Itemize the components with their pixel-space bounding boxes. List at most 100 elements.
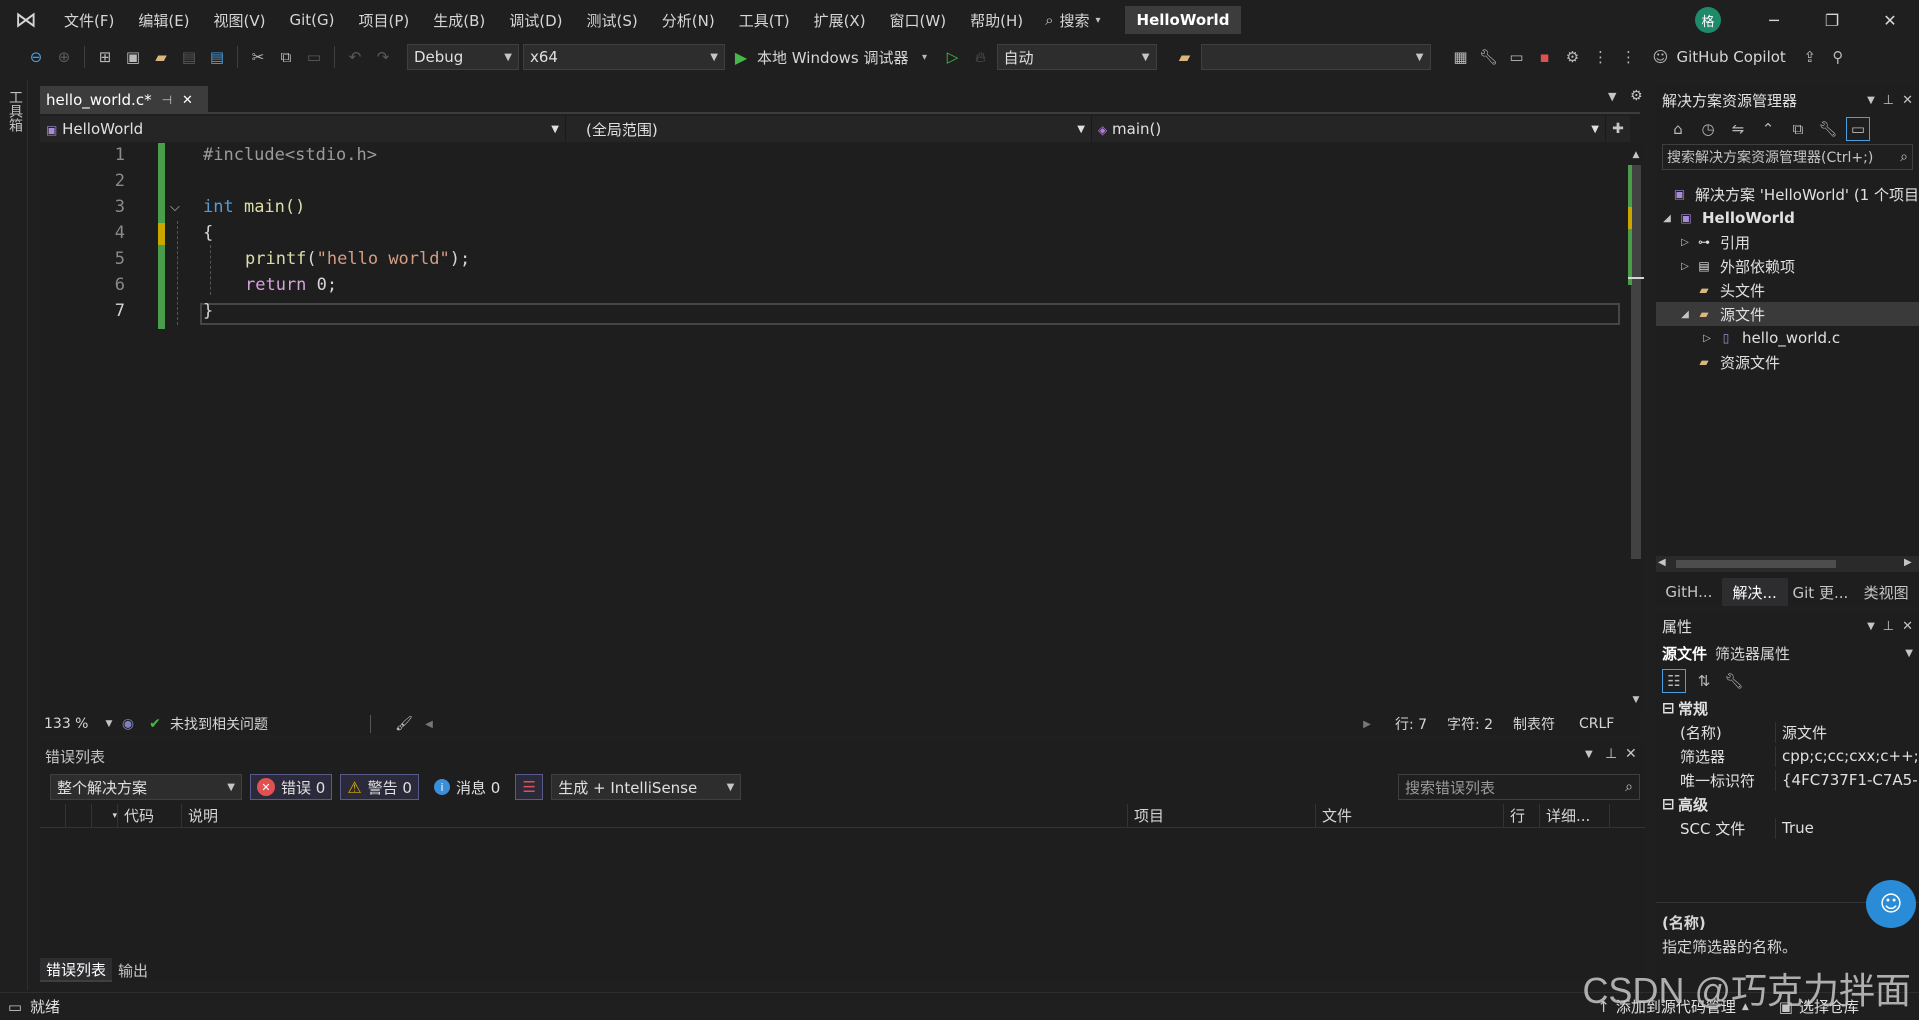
comment-icon[interactable]: ▭ [1505,45,1529,69]
category-advanced[interactable]: ⊟ 高级 [1656,792,1919,816]
solution-search-input[interactable]: 搜索解决方案资源管理器(Ctrl+;) ⌕ [1662,144,1913,170]
history-icon[interactable]: ◷ [1696,117,1720,141]
tree-project[interactable]: ◢ ▣ HelloWorld [1656,206,1919,230]
menu-window[interactable]: 窗口(W) [878,0,959,40]
wrench-icon[interactable]: 🔧︎ [1477,45,1501,69]
debugger-button[interactable]: 本地 Windows 调试器 [757,47,909,68]
forward-icon[interactable]: ⊕ [52,45,76,69]
close-icon[interactable]: ✕ [1625,746,1637,762]
warnings-filter-button[interactable]: ⚠ 警告 0 [340,774,419,800]
filter-toggle-button[interactable]: ☰ [515,774,544,800]
menu-git[interactable]: Git(G) [278,0,347,40]
feedback-icon[interactable]: ⚲ [1826,45,1850,69]
cut-icon[interactable]: ✂ [246,45,270,69]
column-details[interactable]: 详细... [1540,803,1610,828]
messages-filter-button[interactable]: i 消息 0 [427,774,507,800]
undo-icon[interactable]: ↶ [343,45,367,69]
settings-icon[interactable]: ⚙ [1561,45,1585,69]
menu-help[interactable]: 帮助(H) [958,0,1035,40]
start-debugging-icon[interactable]: ▶ [729,45,753,69]
error-source-select[interactable]: 生成 + IntelliSense ▼ [551,774,742,800]
scrollbar-thumb[interactable] [1631,165,1641,559]
scroll-up-icon[interactable]: ▲ [1628,150,1644,160]
chevron-down-icon[interactable]: ▾ [913,45,937,69]
menu-test[interactable]: 测试(S) [575,0,650,40]
hot-reload-icon[interactable]: 🔥︎ [969,45,993,69]
tree-hello-world-c[interactable]: ▷ ▯ hello_world.c [1656,326,1919,350]
tab-output[interactable]: 输出 [112,958,154,982]
preview-icon[interactable]: ▭ [1846,117,1870,141]
chevron-down-icon[interactable]: ▼ [1867,93,1875,108]
property-row[interactable]: SCC 文件 True [1656,816,1919,840]
chevron-down-icon[interactable]: ▼ [1608,90,1616,103]
share-icon[interactable]: ⇪ [1798,45,1822,69]
tab-error-list[interactable]: 错误列表 [40,958,113,982]
close-icon[interactable]: ✕ [182,93,193,108]
copy-icon[interactable]: ⧉ [274,45,298,69]
expand-icon[interactable]: ◢ [1676,309,1694,320]
pin-icon[interactable]: ⊥ [1883,93,1894,108]
tree-source-files[interactable]: ◢ ▰ 源文件 [1656,302,1919,326]
menu-file[interactable]: 文件(F) [52,0,126,40]
brush-icon[interactable]: 🖌︎ [389,716,419,732]
scroll-right-icon[interactable]: ▶ [1357,719,1377,730]
pin-icon[interactable]: ⊣ [162,93,172,107]
horizontal-scrollbar[interactable]: ◀ ▶ [1656,556,1919,572]
toolbox-icon[interactable]: ▪ [1533,45,1557,69]
fold-chevron-icon[interactable]: ⌵ [170,200,180,215]
scroll-down-icon[interactable]: ▼ [1628,695,1644,705]
copilot-button[interactable]: GitHub Copilot [1677,48,1786,66]
global-search-button[interactable]: ⌕ 搜索 ▾ [1035,0,1110,40]
column-line[interactable]: 行 [1504,803,1540,828]
column-code[interactable]: 代码 [118,803,182,828]
minimize-button[interactable]: ─ [1745,0,1803,40]
pin-icon[interactable]: ⊥ [1883,619,1894,634]
close-icon[interactable]: ✕ [1902,619,1913,634]
toolbox-label[interactable]: 工具箱 [0,80,30,142]
notification-icon[interactable]: ▭ [0,998,30,1016]
new-project-icon[interactable]: ⊞ [93,45,117,69]
sort-icon[interactable]: ▾ [92,803,118,828]
paste-icon[interactable]: ▭ [302,45,326,69]
restore-button[interactable]: ❐ [1803,0,1861,40]
tab-hello-world-c[interactable]: hello_world.c* ⊣ ✕ [40,86,208,114]
tree-solution[interactable]: ▣ 解决方案 'HelloWorld' (1 个项目 [1656,182,1919,206]
save-all-icon[interactable]: ▤ [205,45,229,69]
platform-select[interactable]: x64 ▼ [523,44,725,70]
scroll-left-icon[interactable]: ◀ [1658,557,1666,568]
browse-folder-icon[interactable]: ▰ [1173,45,1197,69]
tree-header-files[interactable]: ▰ 头文件 [1656,278,1919,302]
menu-extensions[interactable]: 扩展(X) [802,0,878,40]
collapse-all-icon[interactable]: ⌃ [1756,117,1780,141]
split-icon[interactable]: ✚ [1606,121,1630,137]
indent-mode[interactable]: 制表符 [1513,714,1579,734]
menu-debug[interactable]: 调试(D) [497,0,574,40]
scope-select[interactable]: (全局范围) ▼ [566,116,1092,142]
chevron-down-icon[interactable]: ▼ [1867,619,1875,634]
home-icon[interactable]: ⌂ [1666,117,1690,141]
tree-external-deps[interactable]: ▷ ▤ 外部依赖项 [1656,254,1919,278]
expand-icon[interactable]: ◢ [1658,213,1676,224]
copilot-icon[interactable]: ☺ [1649,45,1673,69]
find-combo[interactable]: ▼ [1200,44,1431,70]
collapse-icon[interactable]: ▷ [1676,261,1694,272]
property-row[interactable]: 唯一标识符 {4FC737F1-C7A5- [1656,768,1919,792]
menu-edit[interactable]: 编辑(E) [126,0,201,40]
scroll-right-icon[interactable]: ▶ [1904,557,1912,568]
close-window-button[interactable]: ✕ [1861,0,1919,40]
column-project[interactable]: 项目 [1128,803,1316,828]
open-folder-icon[interactable]: ▰ [149,45,173,69]
intellicode-icon[interactable]: ◉ [116,716,140,732]
tab-git-changes[interactable]: Git 更... [1788,578,1854,606]
tab-github[interactable]: GitH... [1656,578,1722,606]
show-all-files-icon[interactable]: ⧉ [1786,117,1810,141]
tree-references[interactable]: ▷ ⊶ 引用 [1656,230,1919,254]
function-select[interactable]: ◈ main() ▼ [1092,116,1606,142]
breakpoints-icon[interactable]: ⋮ [1589,45,1613,69]
add-item-icon[interactable]: ▣ [121,45,145,69]
menu-view[interactable]: 视图(V) [202,0,278,40]
chevron-down-icon[interactable]: ▼ [1585,749,1593,760]
layout-icon[interactable]: ▦ [1449,45,1473,69]
avatar[interactable]: 格 [1695,7,1721,33]
property-row[interactable]: 筛选器 cpp;c;cc;cxx;c++; [1656,744,1919,768]
